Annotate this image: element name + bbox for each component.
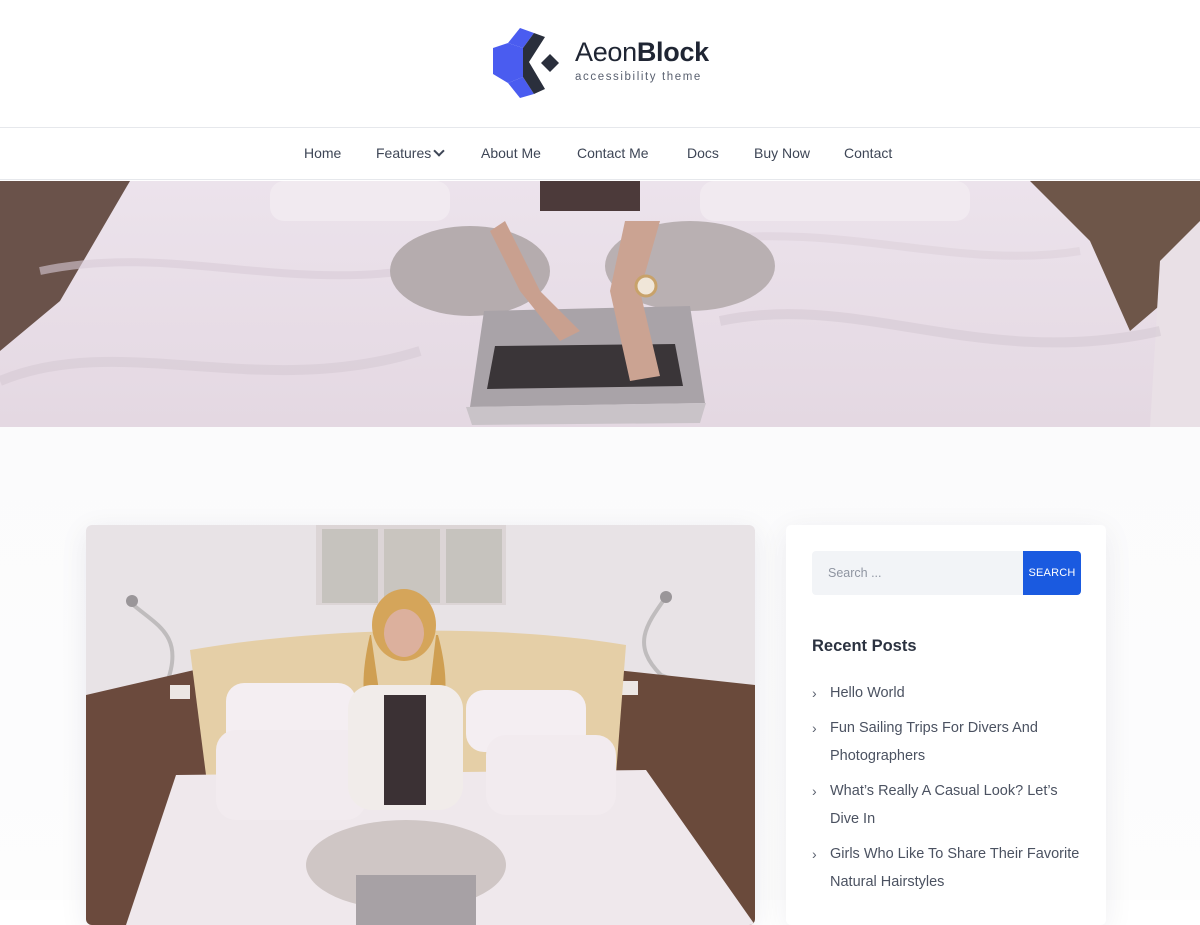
nav-item-label: Buy Now xyxy=(754,145,811,161)
chevron-right-icon: › xyxy=(812,783,817,799)
list-item: › Fun Sailing Trips For Divers And Photog… xyxy=(812,714,1084,770)
logo-cube-icon xyxy=(493,28,559,98)
site-logo-link[interactable]: AeonBlock accessibility theme xyxy=(492,27,722,99)
list-item: › What’s Really A Casual Look? Let’s Dive… xyxy=(812,777,1084,833)
nav-item-label: Home xyxy=(304,145,342,161)
recent-post-link[interactable]: Fun Sailing Trips For Divers And Photogr… xyxy=(830,720,1038,764)
chevron-right-icon: › xyxy=(812,720,817,736)
sidebar: SEARCH Recent Posts › Hello World › Fun Sa… xyxy=(786,525,1106,925)
nav-menu: Home Features About Me Contact Me Docs B… xyxy=(0,128,1200,179)
nav-item-about-me[interactable]: About Me xyxy=(481,128,541,179)
hero-banner-image xyxy=(0,181,1200,427)
chevron-right-icon: › xyxy=(812,846,817,862)
nav-item-buy-now[interactable]: Buy Now xyxy=(754,128,810,179)
nav-item-label: Docs xyxy=(687,145,719,161)
post-photo xyxy=(86,525,755,925)
recent-post-link[interactable]: Hello World xyxy=(830,685,905,701)
post-featured-image[interactable] xyxy=(86,525,755,925)
nav-item-contact-me[interactable]: Contact Me xyxy=(577,128,649,179)
nav-item-label: Contact xyxy=(844,145,893,161)
recent-post-link[interactable]: What’s Really A Casual Look? Let’s Dive … xyxy=(830,783,1058,827)
list-item: › Girls Who Like To Share Their Favorite … xyxy=(812,840,1084,896)
chevron-right-icon: › xyxy=(812,685,817,701)
nav-item-docs[interactable]: Docs xyxy=(687,128,719,179)
recent-post-link[interactable]: Girls Who Like To Share Their Favorite N… xyxy=(830,846,1079,890)
logo-brand-light: Aeon xyxy=(575,37,637,67)
nav-item-label: Contact Me xyxy=(577,145,649,161)
main-navigation: Home Features About Me Contact Me Docs B… xyxy=(0,127,1200,180)
nav-item-label: Features xyxy=(376,145,432,161)
search-input[interactable] xyxy=(812,551,1023,595)
chevron-down-icon xyxy=(433,145,445,157)
recent-posts-title: Recent Posts xyxy=(812,637,917,655)
nav-item-contact[interactable]: Contact xyxy=(844,128,892,179)
site-header: AeonBlock accessibility theme xyxy=(0,0,1200,127)
search-button[interactable]: SEARCH xyxy=(1023,551,1081,595)
logo-brand-text: AeonBlock xyxy=(575,39,709,66)
nav-item-home[interactable]: Home xyxy=(304,128,341,179)
nav-item-features[interactable]: Features xyxy=(376,128,445,179)
recent-posts-list: › Hello World › Fun Sailing Trips For Dive… xyxy=(812,679,1084,903)
logo-tagline: accessibility theme xyxy=(575,71,702,83)
logo-brand-bold: Block xyxy=(636,37,709,67)
hero-photo xyxy=(0,181,1200,427)
nav-item-label: About Me xyxy=(481,145,541,161)
list-item: › Hello World xyxy=(812,679,1084,707)
